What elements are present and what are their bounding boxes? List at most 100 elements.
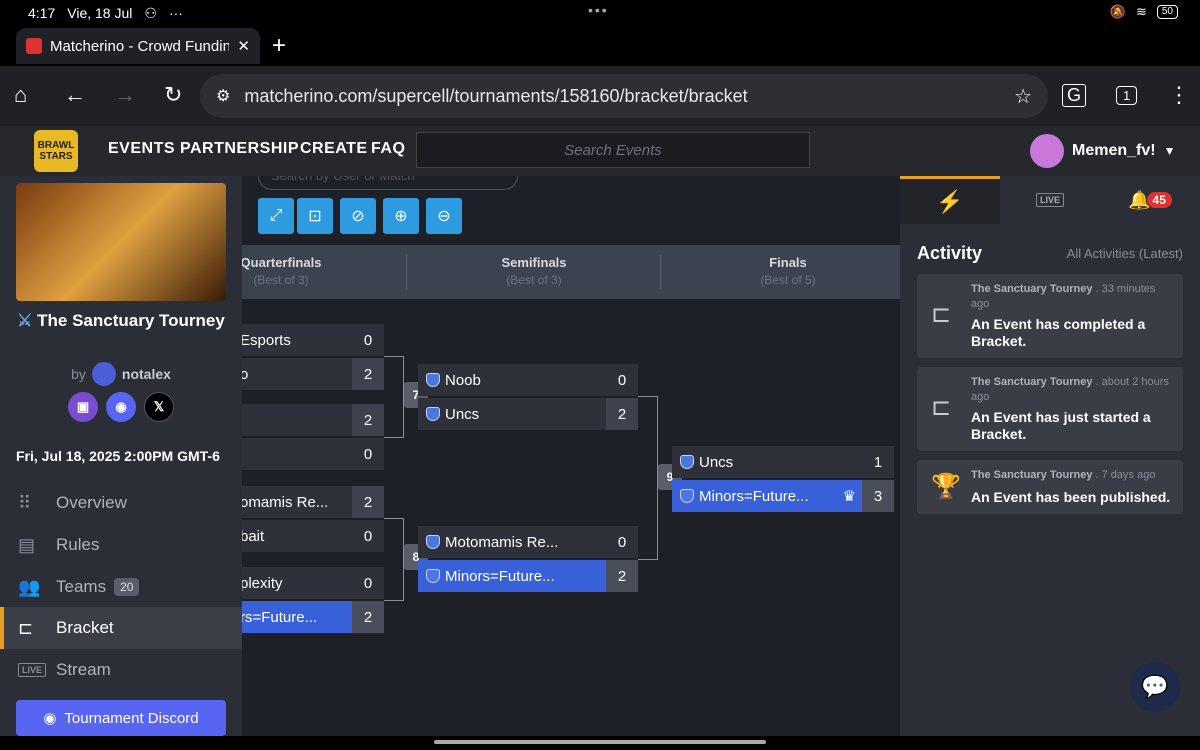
tournament-sidebar: ⚔ The Sanctuary Tourney by notalex ▣ ◉ 𝕏… [0,176,242,736]
nav-partnership[interactable]: PARTNERSHIP [180,140,299,158]
twitch-icon[interactable]: ▣ [68,392,98,422]
match-slot[interactable]: Esports 0 [242,324,384,356]
nav-create[interactable]: CREATE [300,140,368,158]
menu-icon[interactable]: ⋮ [1168,82,1190,108]
bracket-icon: ⊏ [931,301,952,328]
match-slot[interactable]: 2 [242,404,384,436]
chevron-down-icon: ▼ [1163,144,1176,158]
forward-icon[interactable]: → [114,82,136,108]
sidebar-item-label: Stream [56,660,111,679]
new-tab-button[interactable]: + [272,32,286,60]
sidebar-item-overview[interactable]: ⠿ Overview [0,482,242,524]
tab-live[interactable]: LIVE [1000,176,1100,224]
activity-item[interactable]: ⊏ The Sanctuary Tourney . about 2 hours … [917,367,1183,451]
discord-icon[interactable]: ◉ [106,392,136,422]
site-settings-icon[interactable]: ⚙ [216,86,230,106]
brawl-stars-logo[interactable]: BRAWL STARS [34,130,78,172]
match-slot[interactable]: o2 [242,358,384,390]
zoom-out-button[interactable]: ⊖ [426,198,462,234]
reload-icon[interactable]: ↻ [164,82,182,108]
rules-icon: ▤ [18,534,36,555]
home-indicator [0,736,1200,750]
tournament-discord-button[interactable]: ◉ Tournament Discord [16,700,226,736]
translate-icon[interactable]: G [1062,84,1087,107]
match-slot[interactable]: Uncs 2 [418,398,638,430]
match-slot[interactable]: bait 0 [242,520,384,552]
site-header: BRAWL STARS EVENTS PARTNERSHIP CREATE FA… [0,126,1200,176]
bracket-icon: ⊏ [931,394,952,421]
status-time: 4:17 [28,5,56,21]
user-avatar [1030,134,1064,168]
nav-events[interactable]: EVENTS [108,140,175,158]
team-shield-icon [680,455,694,469]
more-icon: ··· [168,5,183,21]
bracket-view[interactable]: Search by User or Match ⤢ ⊡ ⊘ ⊕ ⊖ Quarte… [242,176,900,736]
search-user-match-input[interactable]: Search by User or Match [258,176,518,190]
tab-switcher-button[interactable]: 1 [1116,86,1138,105]
by-label: by [71,366,86,382]
chat-button[interactable]: 💬 [1130,662,1180,712]
organizer-name[interactable]: notalex [122,366,171,382]
bracket-connector [384,356,404,438]
activity-item[interactable]: 🏆 The Sanctuary Tourney . 7 days ago An … [917,460,1183,514]
activity-tabs: ⚡ LIVE 🔔 45 [900,176,1200,224]
lightning-icon: ⚡ [936,188,964,214]
team-shield-icon [426,373,440,387]
x-icon[interactable]: 𝕏 [144,392,174,422]
sidebar-item-stream[interactable]: LIVE Stream [0,649,242,691]
match-slot[interactable]: Uncs 1 [672,446,894,478]
tournament-date: Fri, Jul 18, 2025 2:00PM GMT-6 [16,448,220,464]
home-icon[interactable]: ⌂ [14,82,27,108]
hide-button[interactable]: ⊘ [340,198,376,234]
tab-title: Matcherino - Crowd Fundin [50,37,230,55]
sidebar-item-label: Rules [56,535,100,554]
sidebar-item-label: Bracket [56,618,114,637]
user-menu[interactable]: Memen_fv! ▼ [1030,134,1175,168]
sidebar-item-bracket[interactable]: ⊏ Bracket [0,607,242,649]
bookmark-star-icon[interactable]: ☆ [1014,84,1032,109]
round-semifinals: Semifinals (Best of 3) [501,255,567,287]
search-events-input[interactable]: Search Events [416,132,810,168]
activity-item[interactable]: ⊏ The Sanctuary Tourney . 33 minutes ago… [917,274,1183,358]
tab-notifications[interactable]: 🔔 45 [1100,176,1200,224]
nav-faq[interactable]: FAQ [371,140,405,158]
address-bar[interactable]: ⚙ matcherino.com/supercell/tournaments/1… [200,74,1048,118]
match-slot[interactable]: plexity 0 [242,567,384,599]
crown-icon: ♛ [842,488,856,505]
match-slot[interactable]: Minors=Future... 2 [418,560,638,592]
match-slot[interactable]: rs=Future... 2 [242,601,384,633]
status-bar: 4:17 Vie, 18 Jul ⚇ ··· ••• 🔕 ≋ 50 [0,0,1200,26]
match-slot[interactable]: Minors=Future... ♛ 3 [672,480,894,512]
fit-view-button[interactable]: ⊡ [297,198,333,234]
tournament-banner [16,183,226,301]
close-tab-icon[interactable]: ✕ [237,37,250,55]
match-slot[interactable]: Motomamis Re... 0 [418,526,638,558]
tab-strip: Matcherino - Crowd Fundin ✕ + [0,26,1200,66]
tournament-title: ⚔ The Sanctuary Tourney [17,311,225,330]
activity-panel: ⚡ LIVE 🔔 45 Activity All Activities (Lat… [900,176,1200,736]
back-icon[interactable]: ← [64,82,86,108]
url-text[interactable]: matcherino.com/supercell/tournaments/158… [244,86,1014,107]
multiwindow-dots[interactable]: ••• [588,2,609,18]
status-date: Vie, 18 Jul [67,5,133,21]
match-slot[interactable]: Noob 0 [418,364,638,396]
sidebar-item-teams[interactable]: 👥 Teams 20 [0,566,242,608]
browser-tab[interactable]: Matcherino - Crowd Fundin ✕ [16,28,260,64]
fullscreen-button[interactable]: ⤢ [258,198,294,234]
bracket-connector [638,396,658,560]
activity-heading: Activity [917,243,983,263]
match-slot[interactable]: omamis Re... 2 [242,486,384,518]
game-controller-icon: ⚇ [144,4,157,21]
chat-icon: 💬 [1141,674,1169,699]
organizer-avatar [91,362,116,386]
zoom-in-button[interactable]: ⊕ [383,198,419,234]
battery-icon: 50 [1156,5,1178,19]
match-slot[interactable]: 0 [242,438,384,470]
all-activities-link[interactable]: All Activities (Latest) [1067,246,1183,261]
team-shield-icon [426,569,440,583]
sidebar-item-rules[interactable]: ▤ Rules [0,524,242,566]
round-headers: Quarterfinals (Best of 3) Semifinals (Be… [242,245,900,299]
username: Memen_fv! [1072,142,1156,159]
tab-activity[interactable]: ⚡ [900,176,1000,224]
sidebar-item-label: Teams [56,577,107,596]
